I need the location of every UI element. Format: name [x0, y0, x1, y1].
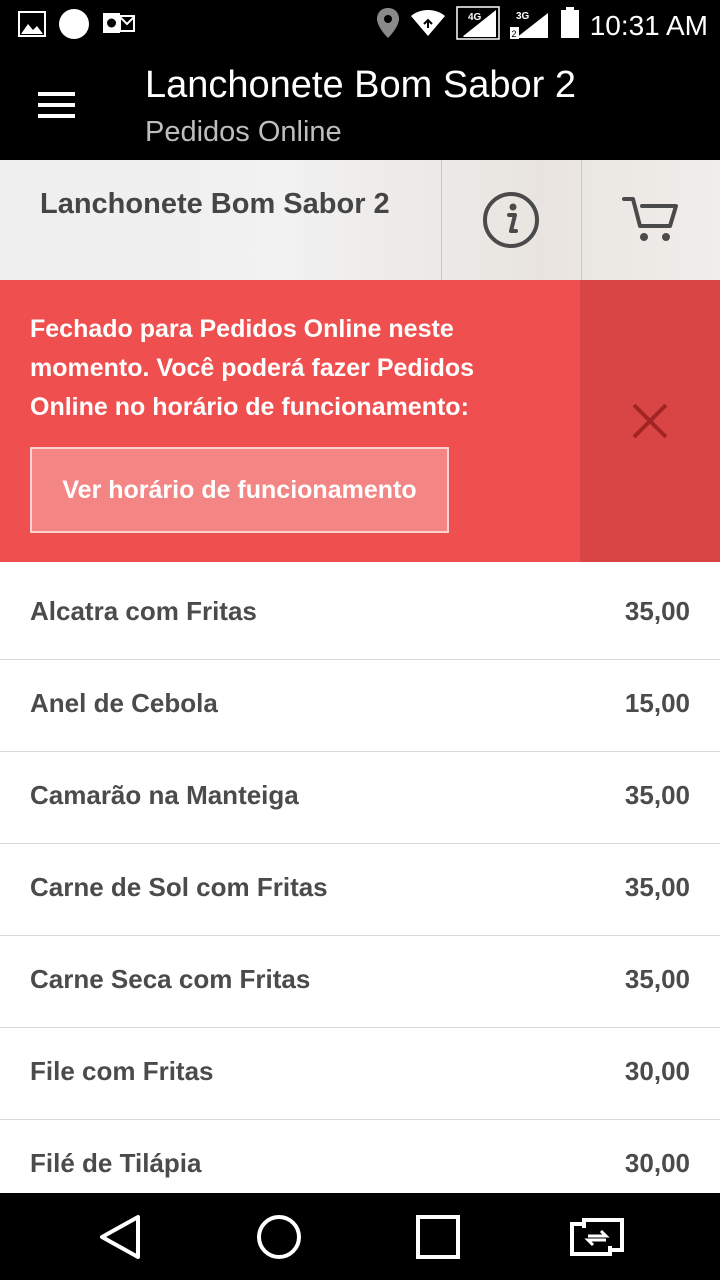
back-button[interactable]: [60, 1193, 180, 1280]
wifi-icon: [410, 8, 446, 43]
item-name: Carne Seca com Fritas: [30, 964, 311, 994]
navigation-bar: [0, 1193, 720, 1280]
store-header: Lanchonete Bom Sabor 2: [0, 160, 720, 280]
view-hours-button[interactable]: Ver horário de funcionamento: [30, 447, 449, 533]
svg-text:4G: 4G: [468, 12, 482, 23]
clock: 10:31 AM: [589, 9, 708, 41]
list-item[interactable]: Alcatra com Fritas 35,00: [0, 568, 720, 660]
location-icon: [376, 7, 400, 44]
svg-text:2: 2: [511, 29, 516, 39]
closed-message: Fechado para Pedidos Online neste moment…: [30, 315, 475, 421]
cart-icon: [622, 197, 678, 241]
app-bar: Lanchonete Bom Sabor 2 Pedidos Online: [0, 50, 720, 160]
list-item[interactable]: File com Fritas 30,00: [0, 1028, 720, 1120]
info-button[interactable]: [442, 160, 580, 280]
item-price: 30,00: [624, 1148, 690, 1178]
outlook-icon: [102, 10, 136, 43]
item-name: File com Fritas: [30, 1056, 214, 1086]
item-name: Alcatra com Fritas: [30, 596, 257, 626]
signal-4g-icon: 4G 1: [455, 6, 500, 45]
item-name: Carne de Sol com Fritas: [30, 872, 328, 902]
close-icon: [632, 403, 668, 439]
item-name: Camarão na Manteiga: [30, 780, 299, 810]
recents-icon: [416, 1214, 460, 1259]
circle-icon: [58, 8, 90, 45]
item-price: 35,00: [624, 780, 690, 810]
svg-text:1: 1: [459, 29, 464, 39]
item-price: 15,00: [624, 688, 690, 718]
item-name: Anel de Cebola: [30, 688, 218, 718]
list-item[interactable]: Carne de Sol com Fritas 35,00: [0, 844, 720, 936]
recents-button[interactable]: [378, 1193, 498, 1280]
svg-text:3G: 3G: [516, 11, 530, 22]
item-name: Filé de Tilápia: [30, 1148, 202, 1178]
menu-list: Alcatra com Fritas 35,00 Anel de Cebola …: [0, 568, 720, 1193]
banner-close-button[interactable]: [580, 280, 720, 562]
list-item[interactable]: Anel de Cebola 15,00: [0, 660, 720, 752]
switch-icon: [570, 1217, 624, 1256]
image-icon: [18, 11, 46, 42]
cart-button[interactable]: [582, 160, 720, 280]
list-item[interactable]: Filé de Tilápia 30,00: [0, 1120, 720, 1193]
item-price: 30,00: [624, 1056, 690, 1086]
store-name: Lanchonete Bom Sabor 2: [40, 188, 390, 220]
battery-icon: [560, 7, 580, 44]
hamburger-menu-icon[interactable]: [28, 78, 84, 134]
app-subtitle: Pedidos Online: [145, 116, 342, 148]
list-item[interactable]: Camarão na Manteiga 35,00: [0, 752, 720, 844]
signal-3g-icon: 3G 2: [509, 7, 550, 44]
list-item[interactable]: Carne Seca com Fritas 35,00: [0, 936, 720, 1028]
home-icon: [257, 1214, 301, 1259]
item-price: 35,00: [624, 872, 690, 902]
info-icon: [483, 192, 539, 248]
item-price: 35,00: [624, 964, 690, 994]
closed-banner: Fechado para Pedidos Online neste moment…: [0, 280, 720, 562]
status-bar: 4G 1 3G 2 10:31 AM: [0, 0, 720, 50]
back-icon: [100, 1214, 140, 1259]
home-button[interactable]: [219, 1193, 339, 1280]
app-title: Lanchonete Bom Sabor 2: [145, 64, 576, 106]
switch-sim-button[interactable]: [537, 1193, 657, 1280]
item-price: 35,00: [624, 596, 690, 626]
